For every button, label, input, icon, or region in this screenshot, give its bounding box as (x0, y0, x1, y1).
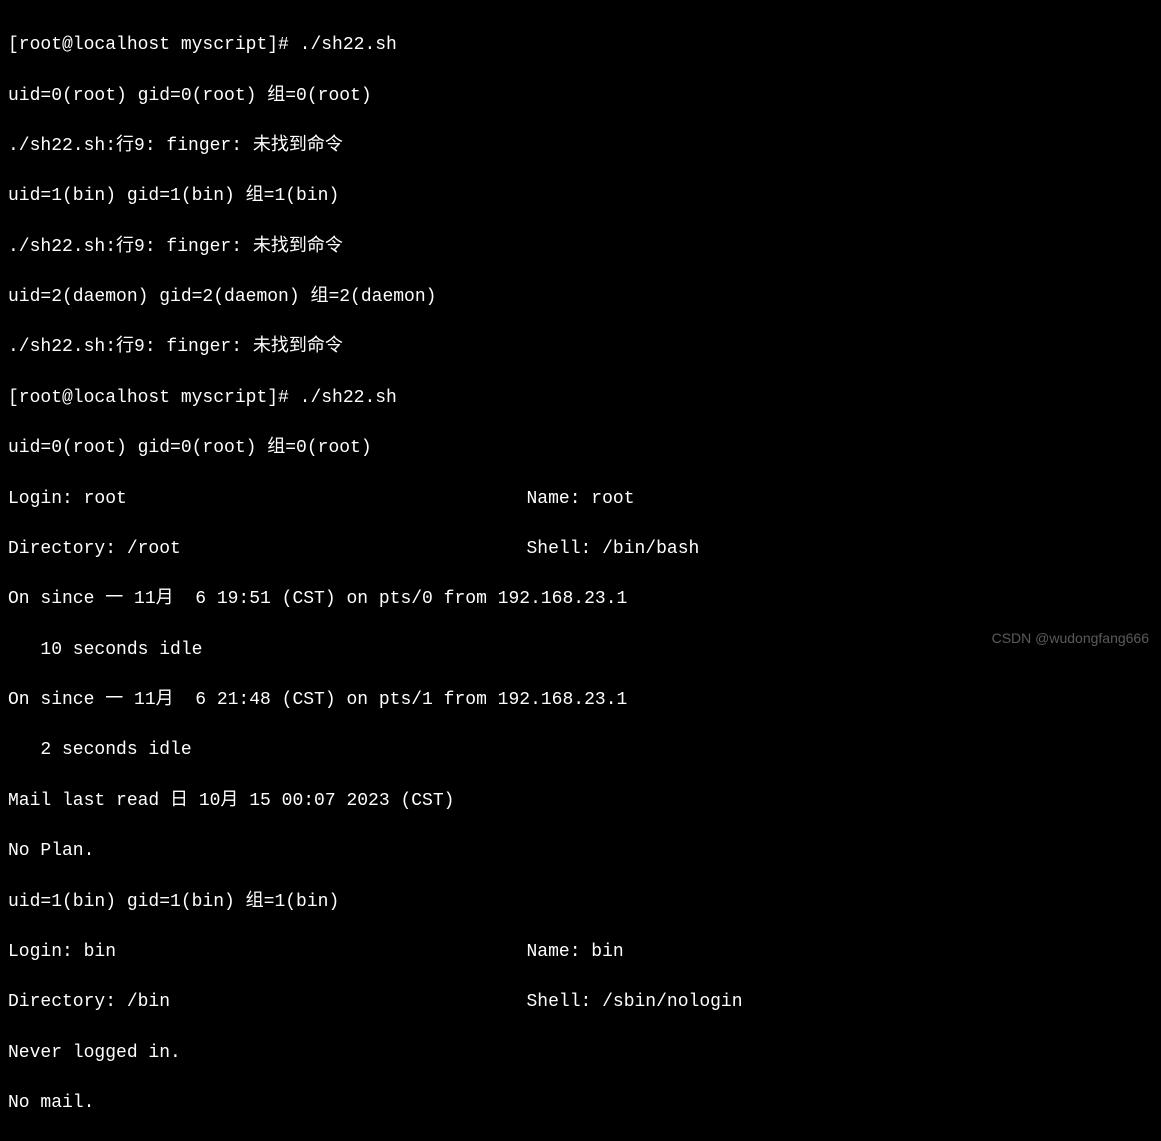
prompt-line: [root@localhost myscript]# ./sh22.sh (8, 33, 1153, 58)
output-line: No mail. (8, 1091, 1153, 1116)
output-line: Mail last read 日 10月 15 00:07 2023 (CST) (8, 789, 1153, 814)
watermark-text: CSDN @wudongfang666 (992, 629, 1149, 649)
terminal-output[interactable]: [root@localhost myscript]# ./sh22.sh uid… (8, 8, 1153, 1141)
output-line: On since 一 11月 6 21:48 (CST) on pts/1 fr… (8, 688, 1153, 713)
output-line: 2 seconds idle (8, 738, 1153, 763)
output-line: uid=0(root) gid=0(root) 组=0(root) (8, 84, 1153, 109)
output-line: Directory: /bin Shell: /sbin/nologin (8, 990, 1153, 1015)
output-line: uid=0(root) gid=0(root) 组=0(root) (8, 436, 1153, 461)
prompt-line: [root@localhost myscript]# ./sh22.sh (8, 386, 1153, 411)
output-line: uid=1(bin) gid=1(bin) 组=1(bin) (8, 890, 1153, 915)
output-line: Never logged in. (8, 1041, 1153, 1066)
output-line: Directory: /root Shell: /bin/bash (8, 537, 1153, 562)
output-line: ./sh22.sh:行9: finger: 未找到命令 (8, 335, 1153, 360)
output-line: On since 一 11月 6 19:51 (CST) on pts/0 fr… (8, 587, 1153, 612)
output-line: No Plan. (8, 839, 1153, 864)
output-line: ./sh22.sh:行9: finger: 未找到命令 (8, 235, 1153, 260)
output-line: uid=2(daemon) gid=2(daemon) 组=2(daemon) (8, 285, 1153, 310)
output-line: Login: bin Name: bin (8, 940, 1153, 965)
output-line: Login: root Name: root (8, 487, 1153, 512)
output-line: 10 seconds idle (8, 638, 1153, 663)
output-line: ./sh22.sh:行9: finger: 未找到命令 (8, 134, 1153, 159)
output-line: uid=1(bin) gid=1(bin) 组=1(bin) (8, 184, 1153, 209)
